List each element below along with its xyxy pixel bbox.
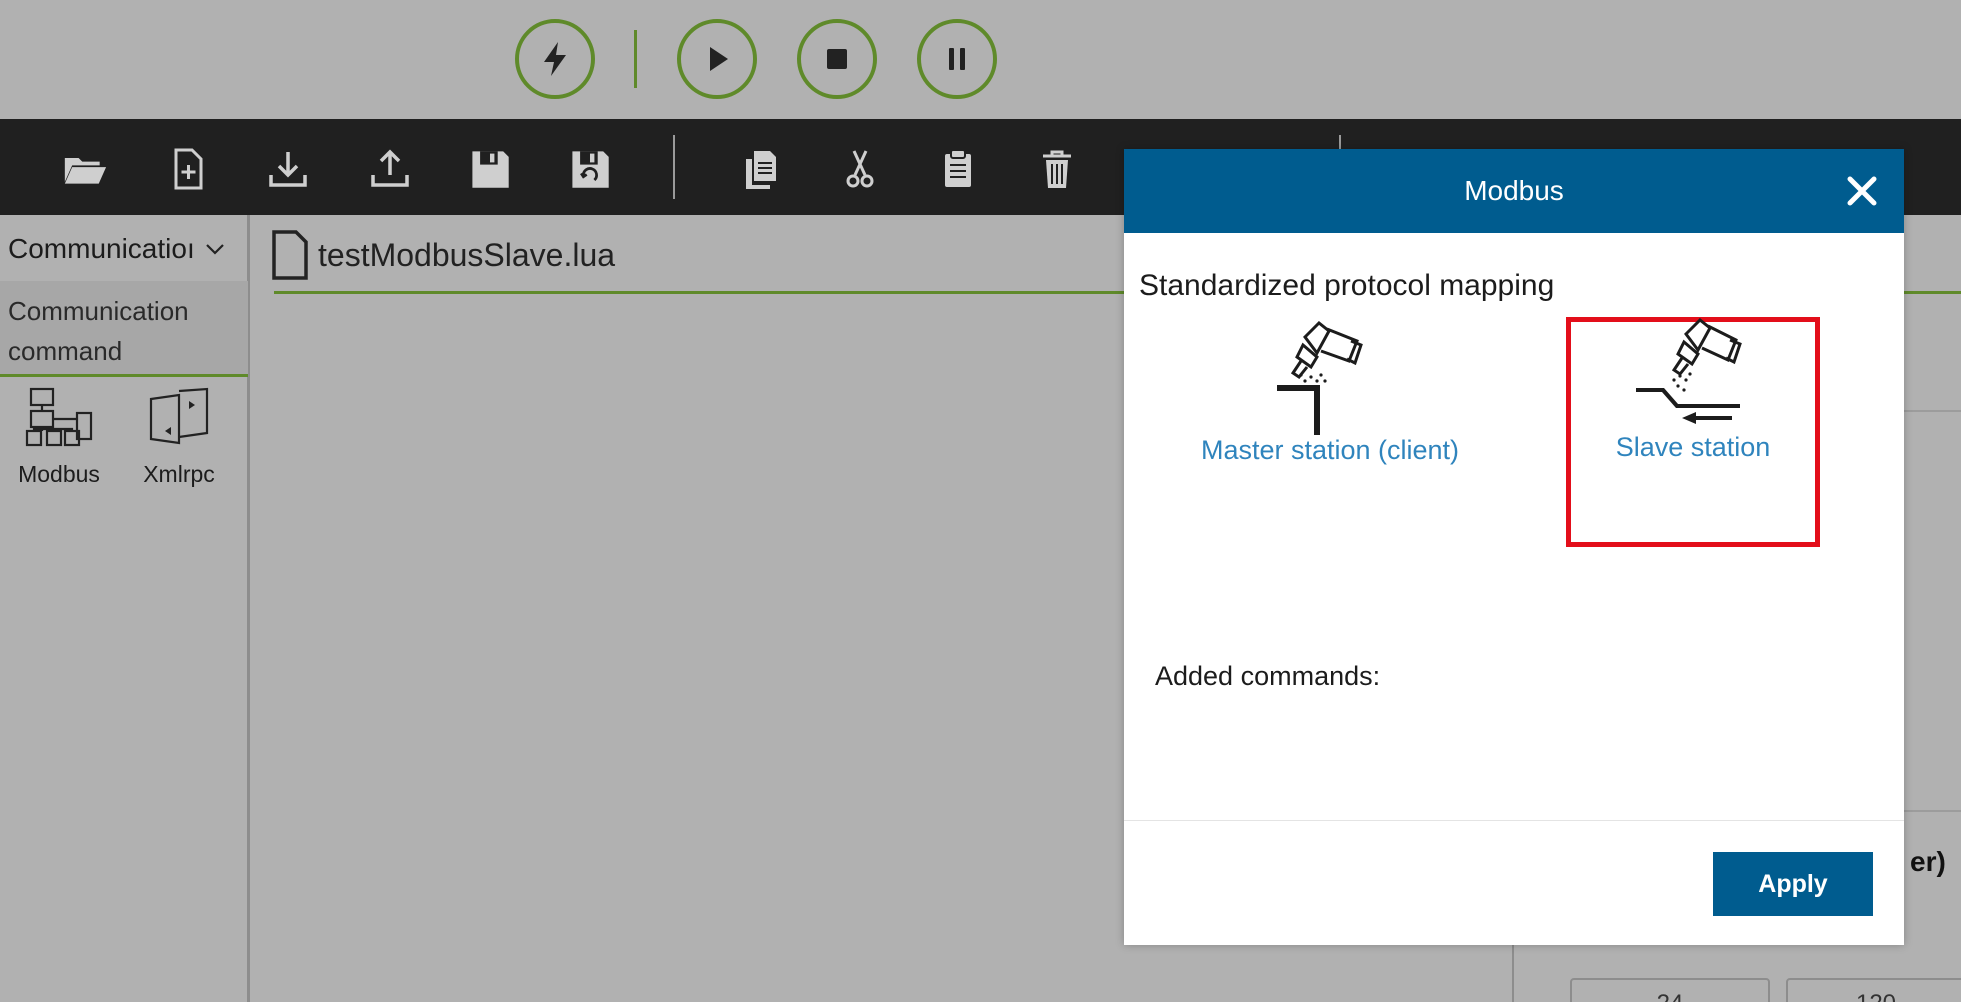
master-station-icon bbox=[1277, 320, 1363, 435]
run-separator bbox=[634, 30, 637, 88]
stop-icon[interactable] bbox=[797, 19, 877, 99]
apply-button[interactable]: Apply bbox=[1713, 852, 1873, 916]
pause-icon[interactable] bbox=[917, 19, 997, 99]
delete-icon[interactable] bbox=[1033, 145, 1081, 193]
bolt-icon[interactable] bbox=[515, 19, 595, 99]
properties-cell[interactable]: 120 bbox=[1786, 978, 1961, 1002]
dialog-subtitle: Standardized protocol mapping bbox=[1139, 269, 1555, 302]
tool-label: Modbus bbox=[18, 461, 100, 487]
play-icon[interactable] bbox=[677, 19, 757, 99]
paste-icon[interactable] bbox=[934, 145, 982, 193]
toolbar-separator bbox=[673, 135, 675, 199]
slave-station-option[interactable]: Slave station bbox=[1566, 317, 1820, 547]
file-name: testModbusSlave.lua bbox=[318, 236, 616, 273]
selected-category[interactable]: Communication command bbox=[0, 281, 248, 377]
dialog-title: Modbus bbox=[1464, 175, 1564, 206]
cut-icon[interactable] bbox=[836, 145, 884, 193]
xmlrpc-icon bbox=[149, 387, 209, 445]
slave-station-label: Slave station bbox=[1615, 432, 1771, 462]
dialog-footer-divider bbox=[1124, 820, 1904, 821]
file-icon bbox=[272, 230, 308, 280]
dialog-header: Modbus bbox=[1124, 149, 1904, 233]
properties-cell[interactable]: 24 bbox=[1570, 978, 1770, 1002]
open-folder-icon[interactable] bbox=[58, 145, 112, 193]
upload-icon[interactable] bbox=[366, 145, 414, 193]
command-sidebar: Communicatioı Communication command Modb… bbox=[0, 215, 250, 1002]
master-station-label: Master station (client) bbox=[1200, 435, 1460, 465]
added-commands-label: Added commands: bbox=[1155, 661, 1381, 691]
save-icon[interactable] bbox=[466, 145, 514, 193]
slave-station-icon bbox=[1636, 317, 1742, 424]
copy-icon[interactable] bbox=[736, 145, 784, 193]
new-file-icon[interactable] bbox=[164, 145, 212, 193]
category-dropdown-label: Communicatioı bbox=[8, 233, 195, 264]
properties-partial-label: er) bbox=[1910, 846, 1946, 877]
category-dropdown[interactable]: Communicatioı bbox=[8, 231, 233, 267]
chevron-down-icon bbox=[206, 244, 224, 255]
modbus-icon bbox=[25, 387, 93, 447]
tool-modbus[interactable]: Modbus bbox=[4, 387, 114, 488]
close-icon[interactable] bbox=[1842, 171, 1882, 211]
modbus-dialog: Modbus Standardized protocol mapping Mas… bbox=[1124, 149, 1904, 945]
editor-file-tab[interactable]: testModbusSlave.lua bbox=[270, 225, 615, 285]
tool-xmlrpc[interactable]: Xmlrpc bbox=[124, 387, 234, 488]
save-as-icon[interactable] bbox=[566, 145, 614, 193]
run-control-bar bbox=[0, 0, 1961, 119]
tool-label: Xmlrpc bbox=[143, 461, 215, 487]
master-station-option[interactable]: Master station (client) bbox=[1180, 317, 1480, 466]
download-icon[interactable] bbox=[264, 145, 312, 193]
